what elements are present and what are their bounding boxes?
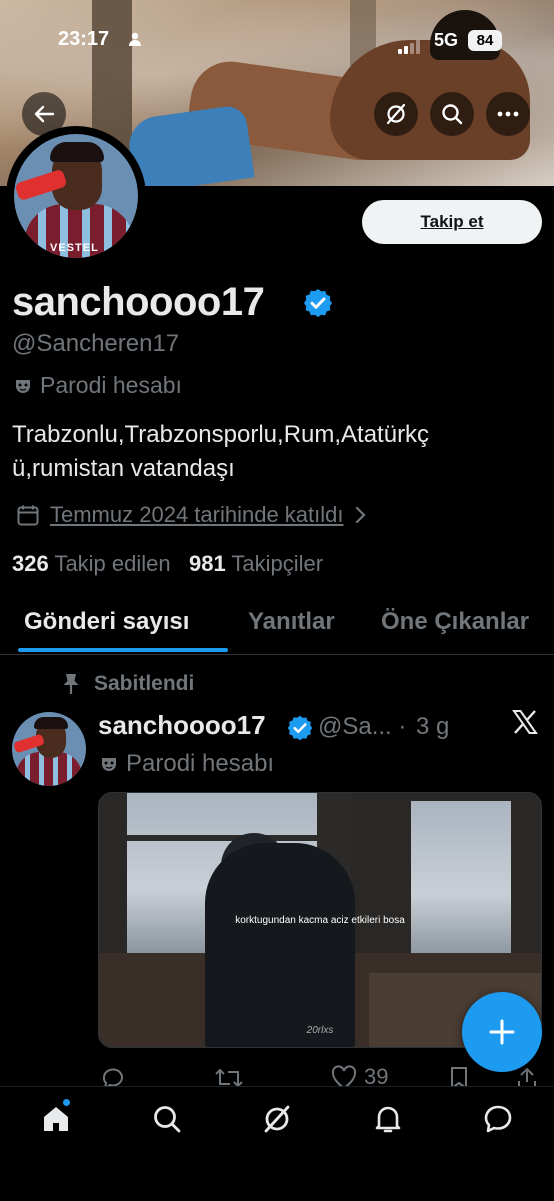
back-button[interactable] [22,92,66,136]
pinned-text: Sabitlendi [94,672,195,695]
nav-search[interactable] [151,1103,183,1140]
nav-messages[interactable] [482,1103,514,1140]
following-count: 326 [12,551,49,576]
post-parody-label: Parodi hesabı [100,750,274,778]
profile-tabs: Gönderi sayısı Yanıtlar Öne Çıkanlar [0,600,554,655]
search-button[interactable] [430,92,474,136]
grok-button[interactable] [374,92,418,136]
active-tab-indicator [18,648,228,652]
post-time: 3 g [416,713,450,740]
home-notification-dot [63,1099,70,1106]
followers-link[interactable]: 981 Takipçiler [189,551,323,576]
grok-icon [264,1105,290,1133]
plus-icon [489,1019,515,1045]
tab-highlights[interactable]: Öne Çıkanlar [381,608,529,636]
search-icon [442,104,463,125]
nav-home[interactable] [40,1103,72,1140]
post-actions: 39 [98,1064,538,1091]
x-logo-icon [512,710,538,739]
following-link[interactable]: 326 Takip edilen [12,551,171,576]
search-icon [154,1106,181,1133]
back-arrow-icon [34,105,55,123]
signal-icon [398,36,422,54]
home-icon [44,1107,68,1131]
nav-grok[interactable] [261,1103,293,1140]
messages-icon [484,1105,512,1133]
compose-button[interactable] [462,992,542,1072]
calendar-icon [17,505,39,526]
profile-handle: @Sancheren17 [12,330,180,357]
parody-text: Parodi hesabı [40,372,182,398]
battery-indicator: 84 [468,30,502,51]
bio-line: ü,rumistan vatandaşı [12,455,235,482]
post-avatar[interactable] [12,712,86,786]
post-author-handle: @Sa... · [318,713,406,741]
bottom-navigation [0,1086,554,1201]
mask-icon [16,379,30,393]
person-icon [128,32,142,49]
followers-count: 981 [188,551,226,576]
display-name: sanchoooo17 [12,280,265,324]
tab-posts[interactable]: Gönderi sayısı [24,608,189,636]
grok-icon [386,103,406,125]
post-separator: · [398,713,407,740]
more-button[interactable] [486,92,530,136]
verified-badge-icon [286,714,314,747]
follow-button[interactable]: Takip et [362,200,542,244]
status-bar: 23:17 5G 84 [0,0,554,60]
joined-text: Temmuz 2024 tarihinde katıldı [50,502,344,527]
mask-icon [102,758,116,771]
more-icon [497,111,519,117]
notifications-icon [375,1106,401,1133]
verified-badge-icon[interactable] [302,287,334,324]
parody-label: Parodi hesabı [14,372,182,399]
profile-bio: Trabzonlu,Trabzonsporlu,Rum,Atatürkç ü,r… [12,418,542,486]
post-author-name[interactable]: sanchoooo17 [98,710,266,741]
post-parody-text: Parodi hesabı [126,750,275,777]
status-time: 23:17 [58,28,110,50]
joined-date[interactable]: Temmuz 2024 tarihinde katıldı [16,502,368,528]
pin-icon [63,674,79,694]
followers-label: Takipçiler [231,551,324,576]
media-subtitle: korktugundan kacma aciz etkileri bosa [235,915,405,926]
tab-replies[interactable]: Yanıtlar [248,608,335,636]
nav-notifications[interactable] [372,1103,404,1140]
pinned-label: Sabitlendi [60,672,194,696]
follow-stats: 326 Takip edilen 981 Takipçiler [12,551,323,577]
post-handle-text: @Sa... [318,713,392,740]
following-label: Takip edilen [54,551,171,576]
profile-avatar[interactable]: VESTEL [10,130,142,262]
bio-line: Trabzonlu,Trabzonsporlu,Rum,Atatürkç [12,421,430,448]
network-type: 5G [434,30,459,50]
chevron-right-icon [355,506,366,524]
